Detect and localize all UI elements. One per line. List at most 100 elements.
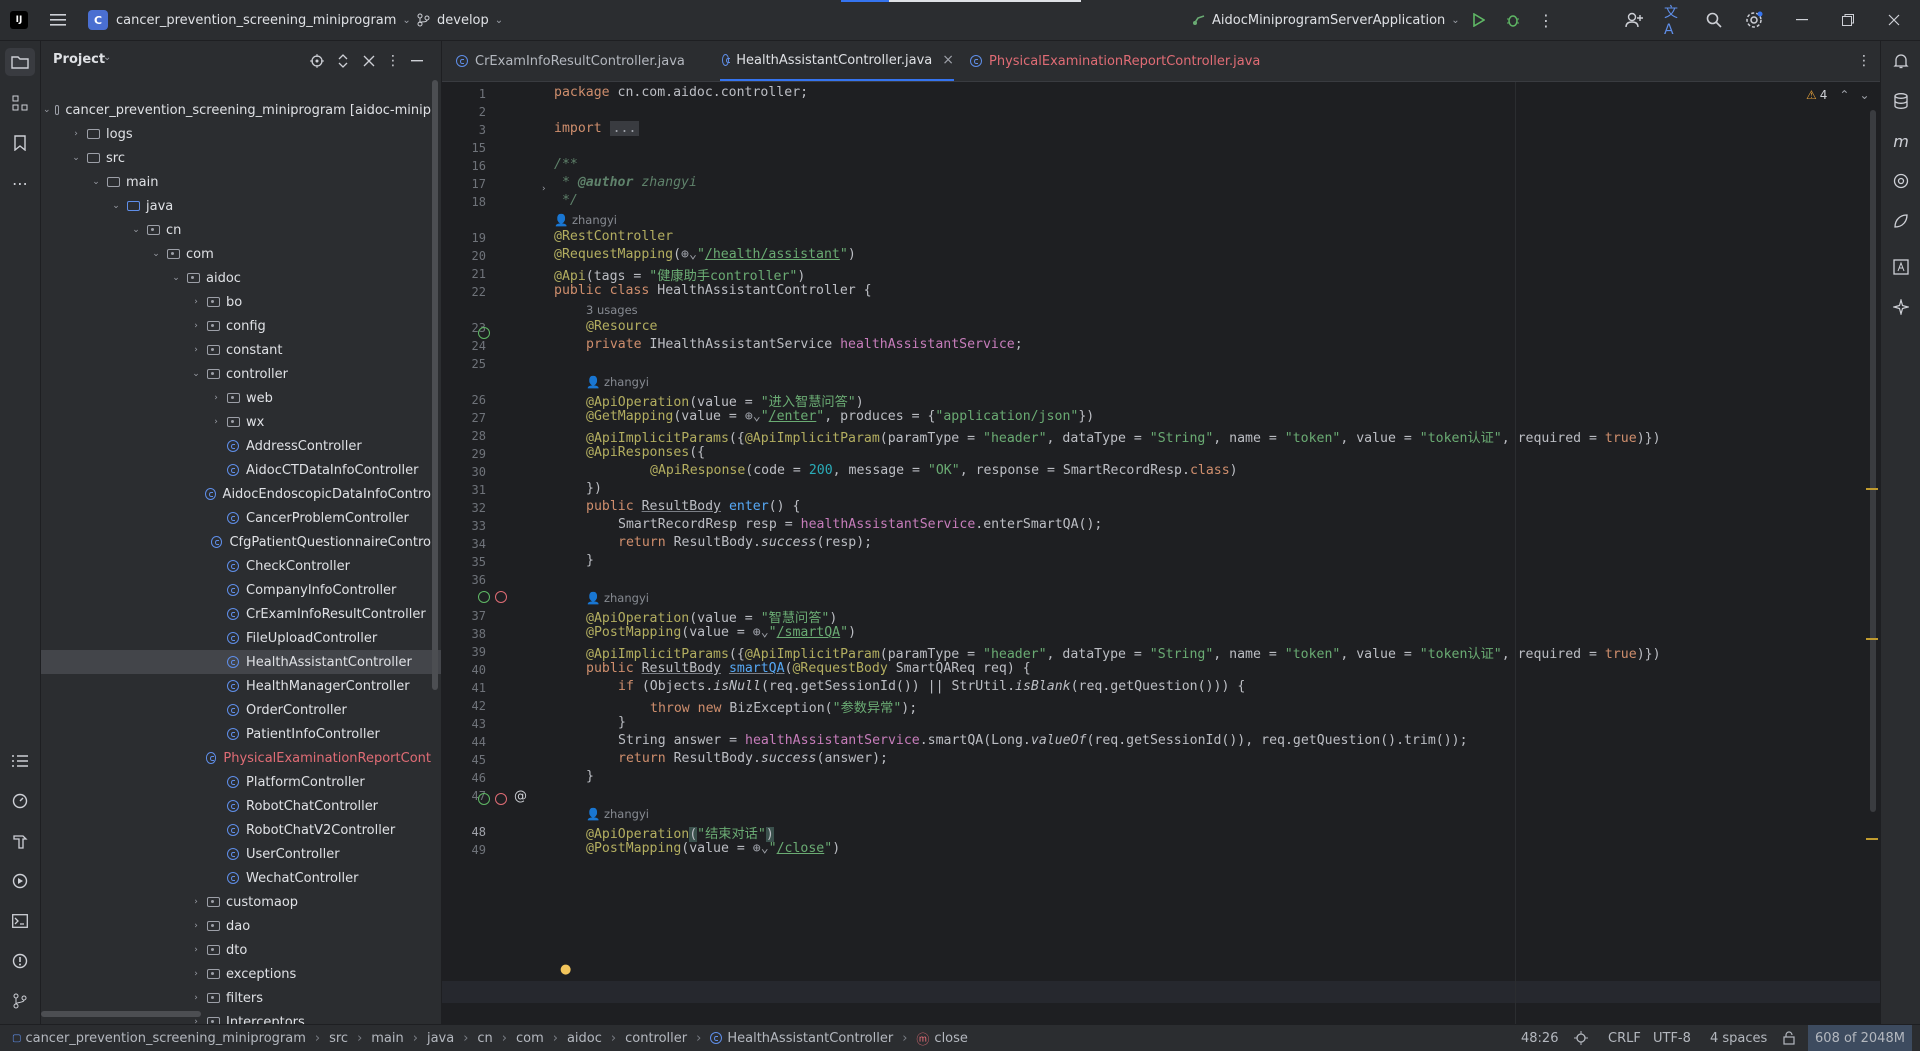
line-number[interactable]: 18	[442, 195, 486, 209]
tree-item[interactable]: CompanyInfoController	[41, 578, 431, 602]
chevron-down-icon[interactable]: ⌄	[169, 273, 183, 283]
line-number[interactable]: 37	[442, 609, 486, 623]
prev-highlight-icon[interactable]: ⌃	[1839, 88, 1849, 102]
structure-icon[interactable]	[8, 91, 32, 115]
project-tool-icon[interactable]	[5, 48, 35, 76]
run-config-selector[interactable]: AidocMiniprogramServerApplication ⌄	[1192, 0, 1460, 40]
tree-item[interactable]: ⌄ main	[41, 170, 431, 194]
tree-item[interactable]: RobotChatController	[41, 794, 431, 818]
inspection-widget[interactable]: ⚠ 4 ⌃ ⌄	[1806, 88, 1870, 102]
spring-leaf-icon[interactable]	[1889, 209, 1913, 233]
tree-item[interactable]: ⌄ java	[41, 194, 431, 218]
tree-item[interactable]: ⌄ src	[41, 146, 431, 170]
chevron-right-icon[interactable]: ›	[189, 297, 203, 307]
more-actions-icon[interactable]: ⋮	[1538, 10, 1554, 30]
text-ai-icon[interactable]	[1889, 255, 1913, 279]
settings-gear-icon[interactable]	[1744, 10, 1764, 30]
line-number[interactable]: 15	[442, 141, 486, 155]
chevron-right-icon[interactable]: ›	[189, 993, 203, 1003]
chevron-down-icon[interactable]: ⌄	[109, 201, 123, 211]
chevron-right-icon[interactable]: ›	[189, 345, 203, 355]
line-number[interactable]: 1	[442, 87, 486, 101]
tree-item[interactable]: › logs	[41, 122, 431, 146]
tree-item[interactable]: › dto	[41, 938, 431, 962]
line-number[interactable]: 40	[442, 663, 486, 677]
line-number[interactable]: 33	[442, 519, 486, 533]
line-number[interactable]: 45	[442, 753, 486, 767]
chevron-down-icon[interactable]: ⌄	[189, 369, 203, 379]
line-number[interactable]: 48	[442, 825, 486, 839]
tree-item[interactable]: › constant	[41, 338, 431, 362]
line-number[interactable]: 3	[442, 123, 486, 137]
tree-item[interactable]: CrExamInfoResultController	[41, 602, 431, 626]
caret-position[interactable]: 48:26	[1521, 1025, 1558, 1051]
restore-icon[interactable]	[1836, 10, 1860, 30]
warning-marker[interactable]	[1866, 638, 1878, 640]
line-number[interactable]: 25	[442, 357, 486, 371]
tab-options-icon[interactable]: ⋮	[1856, 51, 1872, 71]
endpoints-icon[interactable]	[1889, 169, 1913, 193]
chevron-right-icon[interactable]: ›	[189, 921, 203, 931]
run-icon[interactable]	[1468, 10, 1490, 30]
line-number[interactable]: 17	[442, 177, 486, 191]
breadcrumb-item[interactable]: HealthAssistantController	[727, 1031, 893, 1046]
warning-marker[interactable]	[1866, 838, 1878, 840]
tree-item[interactable]: CfgPatientQuestionnaireContro	[41, 530, 431, 554]
tree-item[interactable]: ⌄ aidoc	[41, 266, 431, 290]
breadcrumb-item[interactable]: aidoc	[567, 1031, 602, 1046]
line-number[interactable]: 16	[442, 159, 486, 173]
bookmarks-icon[interactable]	[8, 131, 32, 155]
chevron-right-icon[interactable]: ›	[189, 1017, 203, 1024]
line-number[interactable]: 28	[442, 429, 486, 443]
tree-item[interactable]: RobotChatV2Controller	[41, 818, 431, 842]
line-number[interactable]: 31	[442, 483, 486, 497]
tree-item[interactable]: › filters	[41, 986, 431, 1010]
folded-imports[interactable]: ...	[609, 121, 640, 136]
line-number[interactable]: 39	[442, 645, 486, 659]
breadcrumb-item[interactable]: controller	[625, 1031, 687, 1046]
line-number[interactable]: 43	[442, 717, 486, 731]
line-number[interactable]: 44	[442, 735, 486, 749]
breadcrumb-item[interactable]: cn	[477, 1031, 492, 1046]
panel-options-icon[interactable]: ⋮	[385, 53, 401, 69]
spring-bean-icon[interactable]	[478, 793, 490, 805]
close-tab-icon[interactable]: ×	[942, 52, 954, 68]
tree-item[interactable]: › config	[41, 314, 431, 338]
endpoint-icon[interactable]	[495, 793, 507, 805]
tree-item[interactable]: AidocCTDataInfoController	[41, 458, 431, 482]
line-number[interactable]: 46	[442, 771, 486, 785]
line-number[interactable]: 41	[442, 681, 486, 695]
tree-item[interactable]: CancerProblemController	[41, 506, 431, 530]
tree-item[interactable]: AidocEndoscopicDataInfoContro	[41, 482, 431, 506]
minimize-icon[interactable]	[1790, 10, 1814, 30]
breadcrumb-item[interactable]: cancer_prevention_screening_miniprogram	[25, 1031, 305, 1046]
lightbulb-icon[interactable]: ●	[560, 962, 571, 977]
chevron-down-icon[interactable]: ⌄	[103, 52, 111, 63]
spring-bean-icon[interactable]	[478, 591, 490, 603]
fold-arrow-icon[interactable]: ›	[542, 184, 546, 194]
database-icon[interactable]	[1889, 89, 1913, 113]
line-number[interactable]: 24	[442, 339, 486, 353]
tab-crexaminforesultcontroller[interactable]: CrExamInfoResultController.java	[456, 41, 685, 81]
project-switcher[interactable]: C cancer_prevention_screening_miniprogra…	[88, 0, 411, 40]
tree-item[interactable]: › exceptions	[41, 962, 431, 986]
terminal-icon[interactable]	[8, 909, 32, 933]
tree-horizontal-scrollbar[interactable]	[41, 1011, 201, 1017]
tree-item[interactable]: › customaop	[41, 890, 431, 914]
lock-icon[interactable]	[1783, 1025, 1795, 1051]
line-number[interactable]: 26	[442, 393, 486, 407]
breadcrumb-item[interactable]: main	[371, 1031, 403, 1046]
line-number[interactable]: 20	[442, 249, 486, 263]
author-hint[interactable]: 👤 zhangyi	[586, 807, 649, 821]
chevron-right-icon[interactable]: ›	[189, 969, 203, 979]
search-icon[interactable]	[1704, 10, 1724, 30]
tree-item[interactable]: ⌄ cn	[41, 218, 431, 242]
breadcrumb-item[interactable]: src	[329, 1031, 348, 1046]
project-panel-title[interactable]: Project	[53, 52, 105, 67]
indent-setting[interactable]: 4 spaces	[1710, 1025, 1767, 1051]
chevron-down-icon[interactable]: ⌄	[149, 249, 163, 259]
branch-switcher[interactable]: develop ⌄	[416, 0, 503, 40]
services-icon[interactable]	[8, 869, 32, 893]
maven-icon[interactable]: m	[1889, 129, 1913, 153]
tree-item[interactable]: FileUploadController	[41, 626, 431, 650]
